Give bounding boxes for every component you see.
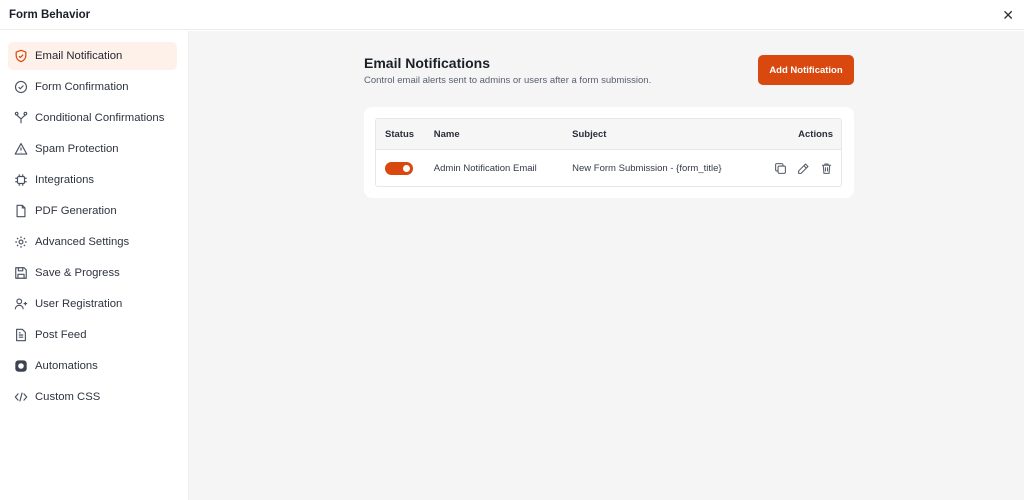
copy-icon[interactable] <box>774 162 787 175</box>
column-header-name: Name <box>433 128 460 140</box>
sidebar-item-automations[interactable]: Automations <box>8 352 177 380</box>
actions-cell <box>756 162 841 175</box>
table-row: Admin Notification Email New Form Submis… <box>376 150 841 186</box>
post-icon <box>14 328 28 342</box>
main-content: Email Notifications Control email alerts… <box>189 31 1024 500</box>
save-icon <box>14 266 28 280</box>
sidebar-item-label: Conditional Confirmations <box>35 112 165 124</box>
column-header-status: Status <box>385 128 415 140</box>
sidebar-item-email-notification[interactable]: Email Notification <box>8 42 177 70</box>
sidebar-item-label: Spam Protection <box>35 143 119 155</box>
status-toggle[interactable] <box>385 161 413 175</box>
sidebar-item-custom-css[interactable]: Custom CSS <box>8 383 177 411</box>
notifications-card: Status Name Subject Actions Admin Notifi… <box>364 107 854 198</box>
code-icon <box>14 390 28 404</box>
sidebar-item-label: Post Feed <box>35 329 87 341</box>
edit-icon[interactable] <box>797 162 810 175</box>
sidebar-item-conditional-confirmations[interactable]: Conditional Confirmations <box>8 104 177 132</box>
column-header-subject: Subject <box>572 128 607 140</box>
dialog-title: Form Behavior <box>9 8 91 21</box>
status-cell <box>376 161 434 175</box>
warning-icon <box>14 142 28 156</box>
trash-icon[interactable] <box>820 162 833 175</box>
sidebar-item-label: Automations <box>35 360 98 372</box>
check-circle-icon <box>14 80 28 94</box>
notification-name: Admin Notification Email <box>433 162 537 174</box>
chip-icon <box>14 173 28 187</box>
sidebar-item-save-progress[interactable]: Save & Progress <box>8 259 177 287</box>
sidebar-item-label: Custom CSS <box>35 391 101 403</box>
document-icon <box>14 204 28 218</box>
table-header: Status Name Subject Actions <box>376 119 841 150</box>
sidebar-item-advanced-settings[interactable]: Advanced Settings <box>8 228 177 256</box>
close-icon[interactable]: ✕ <box>1002 8 1014 22</box>
shield-icon <box>14 49 28 63</box>
sidebar-item-label: Save & Progress <box>35 267 120 279</box>
sidebar-item-label: PDF Generation <box>35 205 117 217</box>
sidebar-item-label: Integrations <box>35 174 95 186</box>
sidebar-item-spam-protection[interactable]: Spam Protection <box>8 135 177 163</box>
sidebar-item-integrations[interactable]: Integrations <box>8 166 177 194</box>
automation-icon <box>14 359 28 373</box>
sidebar-item-label: Form Confirmation <box>35 81 129 93</box>
sidebar-item-label: Email Notification <box>35 50 123 62</box>
sidebar-item-label: Advanced Settings <box>35 236 130 248</box>
branch-icon <box>14 111 28 125</box>
sidebar-item-form-confirmation[interactable]: Form Confirmation <box>8 73 177 101</box>
sidebar-item-user-registration[interactable]: User Registration <box>8 290 177 318</box>
notification-subject: New Form Submission - {form_title} <box>572 162 722 174</box>
sidebar-item-pdf-generation[interactable]: PDF Generation <box>8 197 177 225</box>
sidebar-item-label: User Registration <box>35 298 123 310</box>
gear-icon <box>14 235 28 249</box>
user-plus-icon <box>14 297 28 311</box>
dialog-header: Form Behavior ✕ <box>0 0 1024 30</box>
sidebar: Email Notification Form Confirmation Con… <box>0 31 189 500</box>
add-notification-button[interactable]: Add Notification <box>758 55 854 85</box>
sidebar-item-post-feed[interactable]: Post Feed <box>8 321 177 349</box>
notifications-table: Status Name Subject Actions Admin Notifi… <box>375 118 842 187</box>
column-header-actions: Actions <box>798 128 833 140</box>
